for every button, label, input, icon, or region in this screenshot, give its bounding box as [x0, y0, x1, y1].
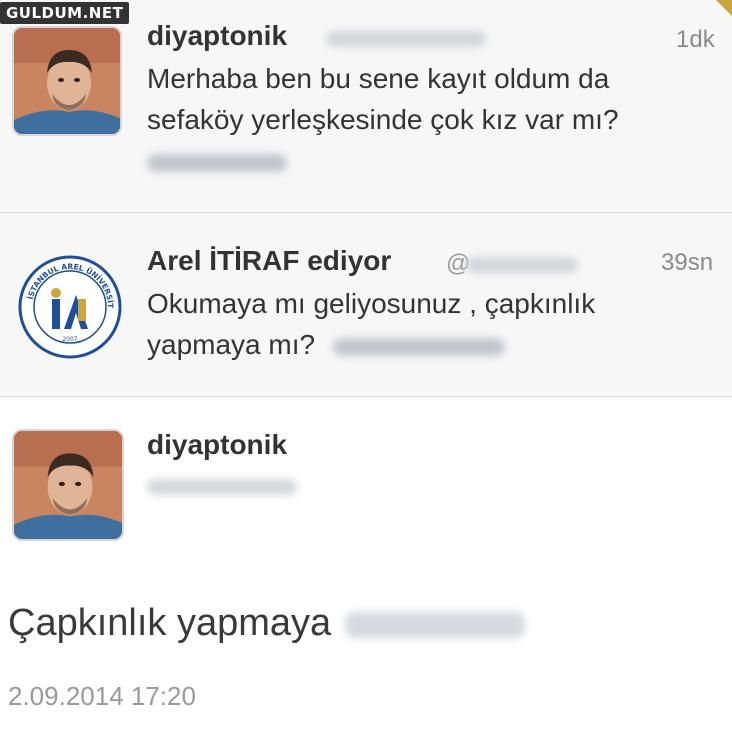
- tweet-detail: diyaptonik Çapkınlık yapmaya 2.09.2014 1…: [0, 397, 732, 732]
- profile-photo: [14, 28, 120, 134]
- university-seal-icon: İSTANBUL AREL ÜNİVERSİTESİ 2007: [15, 248, 122, 359]
- tweet-time: 39sn: [661, 249, 714, 276]
- tweet-text-line: sefaköy yerleşkesinde çok kız var mı?: [147, 104, 619, 135]
- tweet-item[interactable]: diyaptonik 1dk Merhaba ben bu sene kayıt…: [0, 0, 732, 213]
- user-name[interactable]: diyaptonik: [147, 20, 287, 52]
- mention-blurred[interactable]: [332, 337, 505, 356]
- user-name[interactable]: diyaptonik: [147, 429, 287, 461]
- profile-photo: [14, 431, 122, 539]
- mention-blurred[interactable]: [345, 611, 526, 638]
- user-handle-blurred: [326, 31, 486, 47]
- avatar[interactable]: [12, 26, 122, 136]
- user-handle-blurred: [147, 479, 297, 495]
- tweet-text: Merhaba ben bu sene kayıt oldum da sefak…: [147, 58, 619, 181]
- tweet-time: 1dk: [676, 26, 715, 53]
- tweet-text-line: yapmaya mı?: [147, 324, 595, 365]
- tweet-text: Okumaya mı geliyosunuz , çapkınlık yapma…: [147, 283, 595, 365]
- mention-blurred[interactable]: [147, 153, 287, 172]
- university-logo[interactable]: İSTANBUL AREL ÜNİVERSİTESİ 2007: [15, 248, 122, 359]
- avatar[interactable]: [12, 429, 124, 541]
- tweet-detail-text: Çapkınlık yapmaya: [8, 602, 526, 645]
- tweet-timestamp: 2.09.2014 17:20: [8, 681, 196, 711]
- user-name[interactable]: Arel İTİRAF ediyor: [147, 245, 391, 277]
- tweet-text-line: Merhaba ben bu sene kayıt oldum da: [147, 63, 610, 94]
- tweet-text-line: Okumaya mı geliyosunuz , çapkınlık: [147, 288, 596, 319]
- tweet-detail-body: Çapkınlık yapmaya: [8, 602, 332, 644]
- logo-year: 2007: [62, 336, 77, 343]
- corner-fold-icon: [716, 0, 732, 16]
- user-handle-blurred: [466, 257, 578, 273]
- tweet-item[interactable]: İSTANBUL AREL ÜNİVERSİTESİ 2007 Arel İTİ…: [0, 213, 732, 397]
- watermark-logo: GULDUM.NET: [0, 2, 130, 24]
